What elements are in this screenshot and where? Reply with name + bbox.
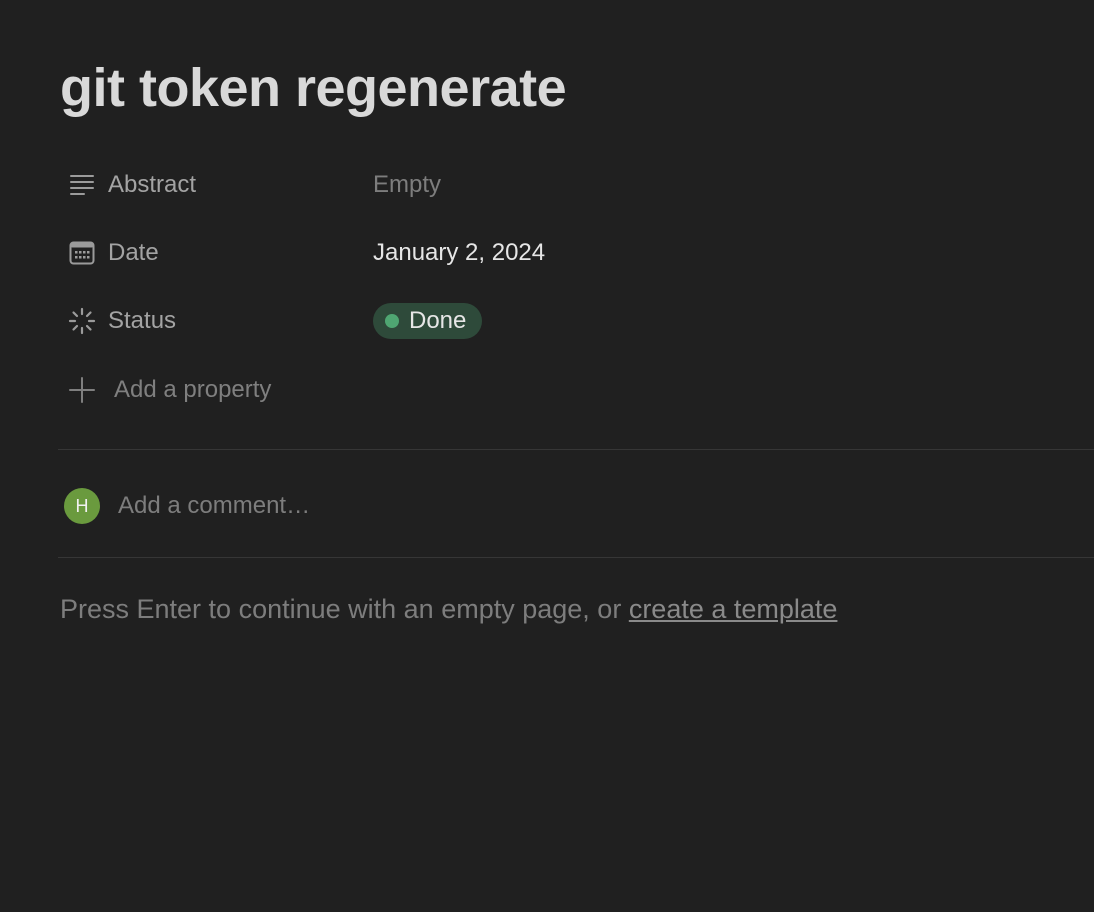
add-property-label: Add a property (114, 376, 272, 403)
property-value-date[interactable]: January 2, 2024 (373, 231, 545, 275)
calendar-icon (68, 239, 96, 267)
property-name-abstract[interactable]: Abstract (60, 163, 373, 207)
add-property-button[interactable]: Add a property (60, 368, 271, 412)
property-row-date: Date January 2, 2024 (60, 231, 1094, 275)
property-value-status[interactable]: Done (373, 299, 483, 343)
empty-page-hint: Press Enter to continue with an empty pa… (60, 594, 837, 625)
plus-icon (68, 376, 96, 404)
status-badge[interactable]: Done (373, 303, 483, 339)
hint-text: Press Enter to continue with an empty pa… (60, 594, 629, 624)
status-spinner-icon (68, 307, 96, 335)
status-label: Done (409, 307, 467, 334)
text-lines-icon (68, 171, 96, 199)
property-value-abstract[interactable]: Empty (373, 163, 441, 207)
property-row-status: Status Done (60, 299, 1094, 343)
property-label: Abstract (108, 171, 197, 198)
status-dot (385, 314, 399, 328)
avatar-initial: H (75, 495, 89, 516)
divider (58, 449, 1094, 450)
comment-input[interactable] (118, 492, 718, 520)
avatar: H (64, 488, 100, 524)
divider (58, 557, 1094, 558)
page-title[interactable]: git token regenerate (60, 54, 567, 122)
property-row-abstract: Abstract Empty (60, 163, 1094, 207)
property-name-date[interactable]: Date (60, 231, 373, 275)
property-label: Date (108, 239, 159, 266)
create-template-link[interactable]: create a template (629, 594, 838, 624)
comment-row: H (60, 484, 718, 528)
page: git token regenerate Abstract Empty Date… (0, 0, 1094, 912)
property-name-status[interactable]: Status (60, 299, 373, 343)
property-label: Status (108, 307, 177, 334)
